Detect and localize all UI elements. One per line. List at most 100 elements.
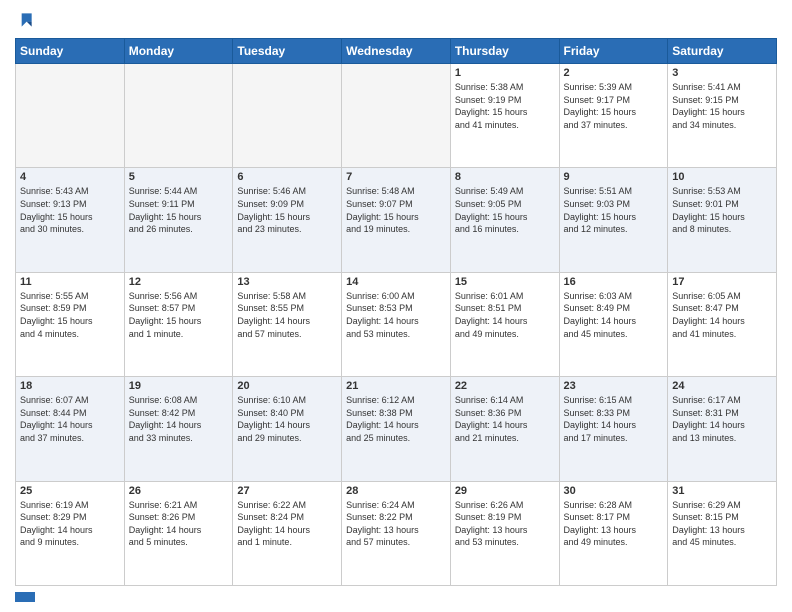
day-info: Sunrise: 5:53 AM Sunset: 9:01 PM Dayligh…	[672, 185, 772, 235]
calendar-cell	[16, 64, 125, 168]
day-number: 26	[129, 485, 229, 497]
day-info: Sunrise: 6:15 AM Sunset: 8:33 PM Dayligh…	[564, 394, 664, 444]
calendar-cell: 22 Sunrise: 6:14 AM Sunset: 8:36 PM Dayli…	[450, 377, 559, 481]
calendar-cell: 17 Sunrise: 6:05 AM Sunset: 8:47 PM Dayli…	[668, 272, 777, 376]
day-info: Sunrise: 6:28 AM Sunset: 8:17 PM Dayligh…	[564, 499, 664, 549]
day-info: Sunrise: 6:21 AM Sunset: 8:26 PM Dayligh…	[129, 499, 229, 549]
week-row-3: 11 Sunrise: 5:55 AM Sunset: 8:59 PM Dayli…	[16, 272, 777, 376]
calendar-cell: 10 Sunrise: 5:53 AM Sunset: 9:01 PM Dayli…	[668, 168, 777, 272]
calendar-cell: 20 Sunrise: 6:10 AM Sunset: 8:40 PM Dayli…	[233, 377, 342, 481]
day-number: 8	[455, 171, 555, 183]
calendar-cell: 7 Sunrise: 5:48 AM Sunset: 9:07 PM Daylig…	[342, 168, 451, 272]
calendar-cell: 29 Sunrise: 6:26 AM Sunset: 8:19 PM Dayli…	[450, 481, 559, 585]
day-number: 12	[129, 276, 229, 288]
day-number: 19	[129, 380, 229, 392]
calendar-cell	[124, 64, 233, 168]
logo	[15, 10, 39, 30]
day-number: 11	[20, 276, 120, 288]
day-info: Sunrise: 6:17 AM Sunset: 8:31 PM Dayligh…	[672, 394, 772, 444]
calendar-cell: 25Sunrise: 6:19 AM Sunset: 8:29 PM Dayli…	[16, 481, 125, 585]
calendar-cell	[233, 64, 342, 168]
week-row-4: 18Sunrise: 6:07 AM Sunset: 8:44 PM Dayli…	[16, 377, 777, 481]
day-number: 7	[346, 171, 446, 183]
weekday-header-sunday: Sunday	[16, 39, 125, 64]
calendar-cell: 28 Sunrise: 6:24 AM Sunset: 8:22 PM Dayli…	[342, 481, 451, 585]
calendar-cell: 27 Sunrise: 6:22 AM Sunset: 8:24 PM Dayli…	[233, 481, 342, 585]
day-number: 1	[455, 67, 555, 79]
day-info: Sunrise: 6:24 AM Sunset: 8:22 PM Dayligh…	[346, 499, 446, 549]
day-number: 14	[346, 276, 446, 288]
day-info: Sunrise: 5:44 AM Sunset: 9:11 PM Dayligh…	[129, 185, 229, 235]
day-info: Sunrise: 6:14 AM Sunset: 8:36 PM Dayligh…	[455, 394, 555, 444]
calendar-cell: 3 Sunrise: 5:41 AM Sunset: 9:15 PM Daylig…	[668, 64, 777, 168]
calendar-cell: 14 Sunrise: 6:00 AM Sunset: 8:53 PM Dayli…	[342, 272, 451, 376]
calendar-cell: 16 Sunrise: 6:03 AM Sunset: 8:49 PM Dayli…	[559, 272, 668, 376]
calendar-cell: 9Sunrise: 5:51 AM Sunset: 9:03 PM Daylig…	[559, 168, 668, 272]
day-number: 21	[346, 380, 446, 392]
day-number: 13	[237, 276, 337, 288]
day-info: Sunrise: 5:58 AM Sunset: 8:55 PM Dayligh…	[237, 290, 337, 340]
day-number: 3	[672, 67, 772, 79]
daylight-swatch	[15, 592, 35, 602]
calendar-cell: 24 Sunrise: 6:17 AM Sunset: 8:31 PM Dayli…	[668, 377, 777, 481]
day-number: 9	[564, 171, 664, 183]
weekday-header-tuesday: Tuesday	[233, 39, 342, 64]
weekday-header-monday: Monday	[124, 39, 233, 64]
day-number: 16	[564, 276, 664, 288]
calendar-table: SundayMondayTuesdayWednesdayThursdayFrid…	[15, 38, 777, 586]
calendar-cell: 31Sunrise: 6:29 AM Sunset: 8:15 PM Dayli…	[668, 481, 777, 585]
day-number: 24	[672, 380, 772, 392]
calendar-cell: 15Sunrise: 6:01 AM Sunset: 8:51 PM Dayli…	[450, 272, 559, 376]
day-info: Sunrise: 6:22 AM Sunset: 8:24 PM Dayligh…	[237, 499, 337, 549]
day-info: Sunrise: 6:19 AM Sunset: 8:29 PM Dayligh…	[20, 499, 120, 549]
day-number: 27	[237, 485, 337, 497]
day-info: Sunrise: 5:49 AM Sunset: 9:05 PM Dayligh…	[455, 185, 555, 235]
weekday-header-friday: Friday	[559, 39, 668, 64]
day-info: Sunrise: 5:46 AM Sunset: 9:09 PM Dayligh…	[237, 185, 337, 235]
calendar-cell: 2 Sunrise: 5:39 AM Sunset: 9:17 PM Daylig…	[559, 64, 668, 168]
day-info: Sunrise: 6:10 AM Sunset: 8:40 PM Dayligh…	[237, 394, 337, 444]
day-info: Sunrise: 5:38 AM Sunset: 9:19 PM Dayligh…	[455, 81, 555, 131]
day-number: 17	[672, 276, 772, 288]
calendar-cell: 21 Sunrise: 6:12 AM Sunset: 8:38 PM Dayli…	[342, 377, 451, 481]
day-info: Sunrise: 6:07 AM Sunset: 8:44 PM Dayligh…	[20, 394, 120, 444]
day-number: 23	[564, 380, 664, 392]
calendar-page: SundayMondayTuesdayWednesdayThursdayFrid…	[0, 0, 792, 612]
day-info: Sunrise: 5:41 AM Sunset: 9:15 PM Dayligh…	[672, 81, 772, 131]
day-info: Sunrise: 6:05 AM Sunset: 8:47 PM Dayligh…	[672, 290, 772, 340]
calendar-cell: 13 Sunrise: 5:58 AM Sunset: 8:55 PM Dayli…	[233, 272, 342, 376]
day-info: Sunrise: 6:12 AM Sunset: 8:38 PM Dayligh…	[346, 394, 446, 444]
logo-icon	[15, 10, 35, 30]
calendar-cell: 6 Sunrise: 5:46 AM Sunset: 9:09 PM Daylig…	[233, 168, 342, 272]
week-row-1: 1 Sunrise: 5:38 AM Sunset: 9:19 PM Daylig…	[16, 64, 777, 168]
calendar-cell: 26 Sunrise: 6:21 AM Sunset: 8:26 PM Dayli…	[124, 481, 233, 585]
day-number: 30	[564, 485, 664, 497]
day-number: 2	[564, 67, 664, 79]
week-row-2: 4Sunrise: 5:43 AM Sunset: 9:13 PM Daylig…	[16, 168, 777, 272]
day-number: 29	[455, 485, 555, 497]
day-number: 5	[129, 171, 229, 183]
day-number: 6	[237, 171, 337, 183]
day-info: Sunrise: 5:43 AM Sunset: 9:13 PM Dayligh…	[20, 185, 120, 235]
day-number: 15	[455, 276, 555, 288]
day-number: 10	[672, 171, 772, 183]
calendar-cell: 19Sunrise: 6:08 AM Sunset: 8:42 PM Dayli…	[124, 377, 233, 481]
weekday-header-thursday: Thursday	[450, 39, 559, 64]
day-info: Sunrise: 5:48 AM Sunset: 9:07 PM Dayligh…	[346, 185, 446, 235]
day-info: Sunrise: 5:39 AM Sunset: 9:17 PM Dayligh…	[564, 81, 664, 131]
calendar-cell	[342, 64, 451, 168]
calendar-cell: 23 Sunrise: 6:15 AM Sunset: 8:33 PM Dayli…	[559, 377, 668, 481]
day-info: Sunrise: 6:26 AM Sunset: 8:19 PM Dayligh…	[455, 499, 555, 549]
calendar-cell: 12Sunrise: 5:56 AM Sunset: 8:57 PM Dayli…	[124, 272, 233, 376]
day-number: 28	[346, 485, 446, 497]
calendar-cell: 18Sunrise: 6:07 AM Sunset: 8:44 PM Dayli…	[16, 377, 125, 481]
calendar-cell: 4Sunrise: 5:43 AM Sunset: 9:13 PM Daylig…	[16, 168, 125, 272]
day-info: Sunrise: 5:55 AM Sunset: 8:59 PM Dayligh…	[20, 290, 120, 340]
day-number: 22	[455, 380, 555, 392]
day-info: Sunrise: 6:00 AM Sunset: 8:53 PM Dayligh…	[346, 290, 446, 340]
calendar-cell: 11 Sunrise: 5:55 AM Sunset: 8:59 PM Dayli…	[16, 272, 125, 376]
day-number: 20	[237, 380, 337, 392]
day-info: Sunrise: 6:03 AM Sunset: 8:49 PM Dayligh…	[564, 290, 664, 340]
calendar-cell: 8 Sunrise: 5:49 AM Sunset: 9:05 PM Daylig…	[450, 168, 559, 272]
weekday-header-wednesday: Wednesday	[342, 39, 451, 64]
